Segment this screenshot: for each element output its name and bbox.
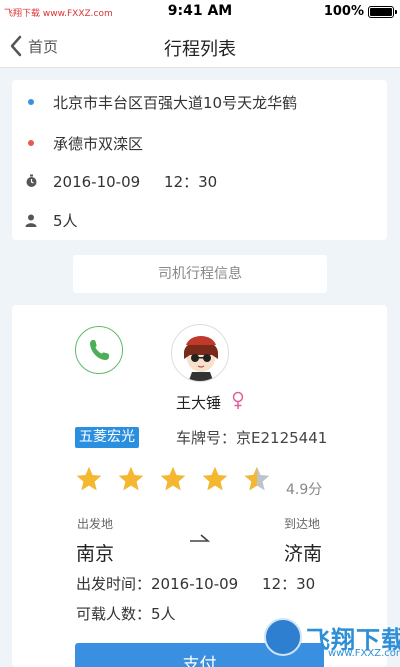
star-half-icon	[244, 466, 270, 491]
route-card: 北京市丰台区百强大道10号天龙华鹤 承德市双滦区 2016-10-09 12：3…	[12, 80, 387, 240]
start-address: 北京市丰台区百强大道10号天龙华鹤	[53, 93, 298, 112]
driver-name: 王大锤	[176, 394, 222, 412]
arrival-city: 济南	[284, 543, 323, 565]
star-icon	[76, 466, 102, 491]
page-title: 行程列表	[164, 39, 236, 60]
driver-card: 王大锤 五菱宏光 车牌号：京E2125441 4.9分 出发地 到达地 南京 济…	[12, 305, 387, 667]
route-date: 2016-10-09 12：30	[53, 172, 218, 191]
passenger-count: 5人	[53, 211, 78, 230]
call-button[interactable]	[75, 326, 123, 374]
end-address: 承德市双滦区	[53, 134, 144, 153]
arrow-right-icon	[190, 534, 211, 542]
battery-percent: 100%	[323, 4, 364, 19]
passengers-row: 5人	[12, 208, 387, 232]
battery-icon	[368, 6, 397, 18]
departure-time: 出发时间：2016-10-09 12：30	[76, 575, 316, 593]
car-model-badge: 五菱宏光	[75, 427, 139, 448]
status-bar: 飞翔下载 www.FXXZ.com 9:41 AM 100%	[0, 0, 400, 24]
end-dot-icon	[24, 136, 38, 150]
datetime-row: 2016-10-09 12：30	[12, 169, 387, 193]
star-icon	[202, 466, 228, 491]
tab-driver-trip-info[interactable]: 司机行程信息	[73, 255, 327, 293]
departure-label: 出发地	[77, 517, 114, 531]
watermark-logo: 飞翔下载 www.FXXZ.com	[258, 614, 400, 664]
end-address-row: 承德市双滦区	[12, 131, 387, 155]
person-icon	[24, 213, 38, 227]
rating-value: 4.9分	[286, 482, 323, 498]
nav-bar: 首页 行程列表	[0, 24, 400, 68]
route-time: 12：30	[164, 172, 218, 191]
driver-avatar	[171, 324, 229, 382]
stopwatch-icon	[24, 174, 38, 188]
start-dot-icon	[24, 95, 38, 109]
seat-capacity: 可载人数：5人	[76, 605, 176, 623]
female-icon	[232, 391, 244, 409]
rating-stars	[75, 465, 285, 493]
arrival-label: 到达地	[284, 517, 321, 531]
star-icon	[160, 466, 186, 491]
start-address-row: 北京市丰台区百强大道10号天龙华鹤	[12, 90, 387, 114]
departure-city: 南京	[76, 543, 115, 565]
license-plate: 车牌号：京E2125441	[176, 429, 328, 447]
star-icon	[118, 466, 144, 491]
watermark-logo-icon	[264, 618, 302, 656]
phone-icon	[90, 340, 109, 360]
watermark-url: www.FXXZ.com	[328, 648, 400, 659]
